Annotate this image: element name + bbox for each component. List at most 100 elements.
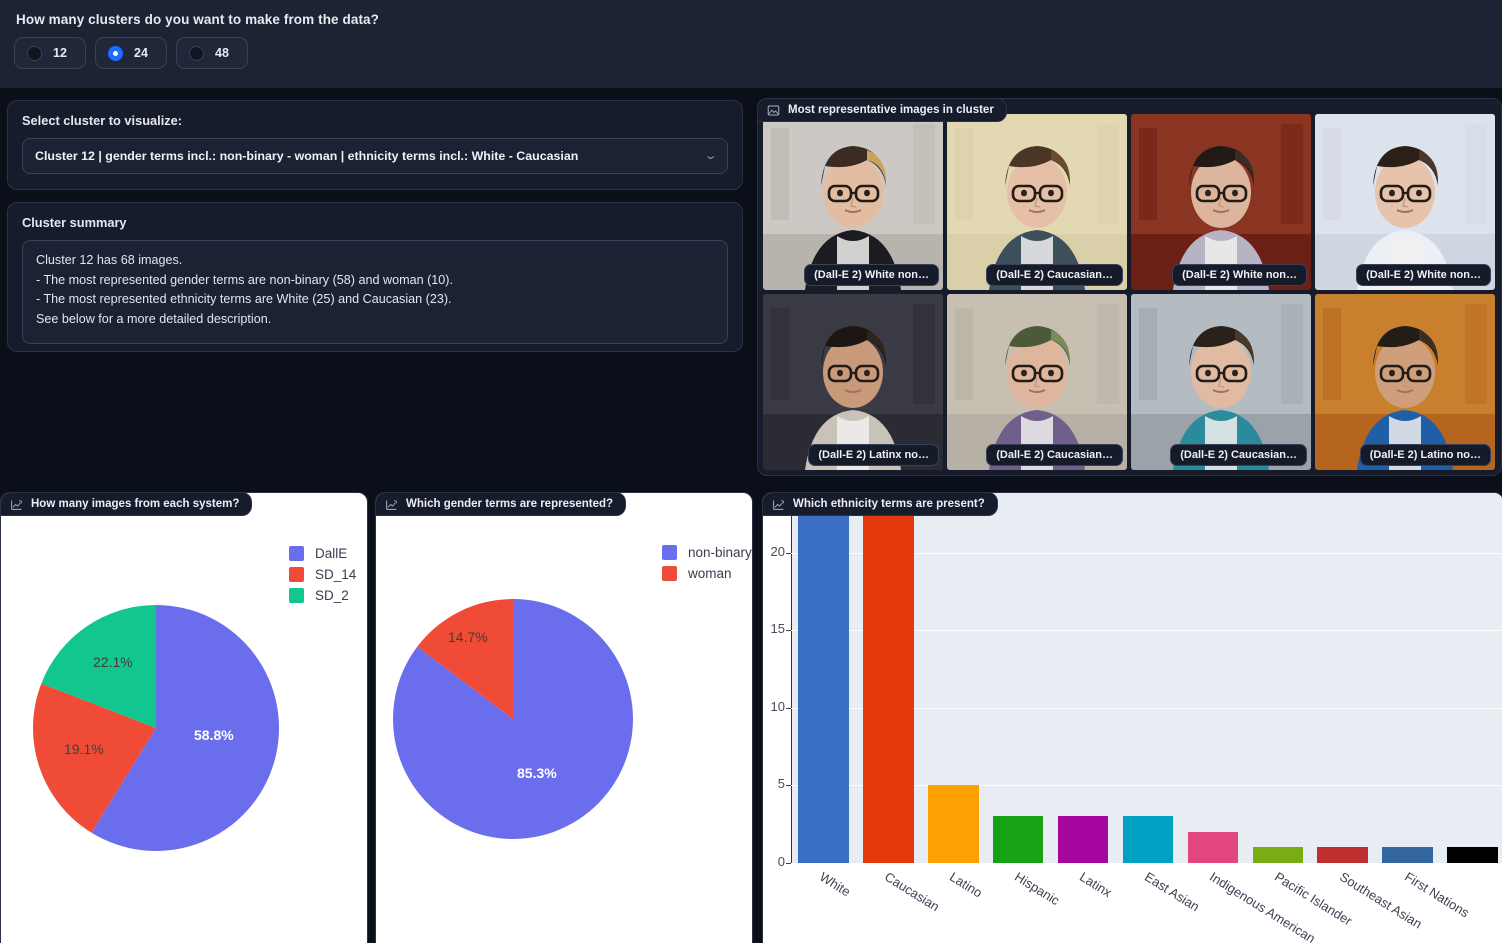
legend-label: SD_14 [315, 567, 357, 582]
pie-slice-label: 22.1% [93, 654, 133, 670]
gender-legend: non-binary woman [662, 545, 752, 581]
summary-line: - The most represented ethnicity terms a… [36, 292, 452, 307]
legend-swatch [662, 566, 677, 581]
chart-icon [773, 499, 784, 510]
bar [1317, 847, 1369, 863]
legend-label: SD_2 [315, 588, 349, 603]
systems-title: How many images from each system? [31, 498, 240, 510]
pie-slice-label: 19.1% [64, 741, 104, 757]
systems-title-chip: How many images from each system? [1, 493, 253, 516]
cluster-count-question: How many clusters do you want to make fr… [16, 12, 380, 27]
legend-item: SD_2 [289, 588, 356, 603]
gender-pie-chart [393, 599, 633, 839]
gender-chart-panel: Which gender terms are represented? non-… [375, 492, 753, 943]
x-axis-tick-label: Latino [947, 869, 986, 901]
bar [1122, 816, 1174, 863]
bar [798, 493, 849, 863]
cluster-select-dropdown[interactable]: Cluster 12 | gender terms incl.: non-bin… [22, 138, 728, 174]
bar [927, 785, 979, 863]
gallery-thumbnail[interactable]: (Dall-E 2) White non… [763, 114, 943, 290]
bar [863, 506, 914, 863]
x-axis-tick-label: Hispanic [1012, 869, 1063, 909]
chevron-down-icon: ⌄ [703, 149, 718, 162]
gallery-thumbnail[interactable]: (Dall-E 2) Caucasian… [1131, 294, 1311, 470]
legend-swatch [662, 545, 677, 560]
bar [992, 816, 1044, 863]
radio-option-24[interactable]: 24 [95, 37, 167, 69]
chart-icon [11, 499, 22, 510]
pie-slice-label: 58.8% [194, 727, 234, 743]
representative-images-panel: Most representative images in cluster (D… [757, 98, 1502, 476]
gallery-thumbnail[interactable]: (Dall-E 2) Caucasian… [947, 294, 1127, 470]
bar [1187, 831, 1239, 863]
legend-label: non-binary [688, 545, 752, 560]
legend-item: DallE [289, 546, 356, 561]
systems-chart-panel: How many images from each system? DallE … [0, 492, 368, 943]
legend-swatch [289, 546, 304, 561]
x-axis-tick-label: Indigenous American [1206, 869, 1318, 943]
ethnicity-chart-panel: Which ethnicity terms are present? 0 5 10 1… [762, 492, 1502, 943]
gallery-title: Most representative images in cluster [788, 104, 994, 116]
summary-line: Cluster 12 has 68 images. [36, 253, 183, 267]
image-icon [767, 105, 780, 115]
y-axis-tick-label: 0 [777, 854, 785, 869]
radio-dot-icon [108, 45, 123, 61]
radio-label: 12 [53, 46, 67, 60]
y-axis-tick-label: 5 [777, 776, 785, 792]
x-axis-tick-label: East Asian [1142, 869, 1203, 915]
cluster-summary-title: Cluster summary [22, 215, 127, 230]
thumbnail-caption: (Dall-E 2) Latinx no… [808, 444, 939, 466]
y-axis-tick [786, 785, 791, 787]
thumbnail-caption: (Dall-E 2) White non… [804, 264, 939, 286]
radio-label: 48 [215, 46, 229, 60]
legend-item: SD_14 [289, 567, 356, 582]
thumbnail-caption: (Dall-E 2) White non… [1356, 264, 1491, 286]
y-axis-tick-label: 20 [770, 543, 785, 559]
thumbnail-grid: (Dall-E 2) White non… (Dall-E 2) Caucasi… [763, 114, 1495, 470]
thumbnail-caption: (Dall-E 2) Caucasian… [986, 264, 1123, 286]
gallery-title-chip: Most representative images in cluster [757, 98, 1007, 122]
pie-slice-label: 14.7% [448, 629, 488, 645]
gallery-thumbnail[interactable]: (Dall-E 2) Latinx no… [763, 294, 943, 470]
radio-option-48[interactable]: 48 [176, 37, 248, 69]
ethnicity-title: Which ethnicity terms are present? [793, 498, 985, 510]
thumbnail-caption: (Dall-E 2) Latino no… [1359, 444, 1491, 466]
legend-label: woman [688, 566, 732, 581]
legend-item: woman [662, 566, 752, 581]
radio-option-12[interactable]: 12 [14, 37, 86, 69]
gallery-thumbnail[interactable]: (Dall-E 2) White non… [1315, 114, 1495, 290]
y-axis-tick-label: 10 [770, 698, 785, 714]
y-axis-tick-label: 15 [770, 621, 785, 637]
cluster-select-card: Select cluster to visualize: Cluster 12 … [7, 100, 743, 190]
cluster-count-selector: How many clusters do you want to make fr… [0, 0, 1502, 88]
summary-line: - The most represented gender terms are … [36, 272, 453, 287]
pie-slice-label: 85.3% [517, 765, 557, 781]
cluster-select-value: Cluster 12 | gender terms incl.: non-bin… [35, 149, 579, 163]
gender-title-chip: Which gender terms are represented? [376, 493, 627, 516]
thumbnail-caption: (Dall-E 2) Caucasian… [1170, 444, 1307, 466]
cluster-count-radio-group: 12 24 48 [14, 37, 1488, 69]
gallery-thumbnail[interactable]: (Dall-E 2) Latino no… [1315, 294, 1495, 470]
radio-dot-icon [27, 45, 42, 61]
bar [1447, 847, 1498, 863]
bar [1057, 816, 1109, 863]
gallery-thumbnail[interactable]: (Dall-E 2) White non… [1131, 114, 1311, 290]
legend-swatch [289, 588, 304, 603]
y-axis [791, 493, 792, 863]
x-axis-tick-label: White [817, 869, 854, 900]
y-axis-tick [786, 630, 791, 632]
legend-label: DallE [315, 546, 348, 561]
y-axis-tick [786, 863, 791, 864]
y-axis-tick [786, 552, 791, 554]
systems-legend: DallE SD_14 SD_2 [289, 546, 356, 603]
radio-dot-icon [189, 45, 204, 61]
x-axis-tick-label: Caucasian [882, 869, 943, 915]
summary-line: See below for a more detailed descriptio… [36, 311, 272, 326]
radio-label: 24 [134, 46, 148, 60]
chart-icon [386, 499, 397, 510]
gallery-thumbnail[interactable]: (Dall-E 2) Caucasian… [947, 114, 1127, 290]
bar [1252, 847, 1304, 863]
ethnicity-title-chip: Which ethnicity terms are present? [763, 493, 998, 516]
y-axis-tick [786, 707, 791, 709]
cluster-summary-card: Cluster summary Cluster 12 has 68 images… [7, 202, 743, 352]
